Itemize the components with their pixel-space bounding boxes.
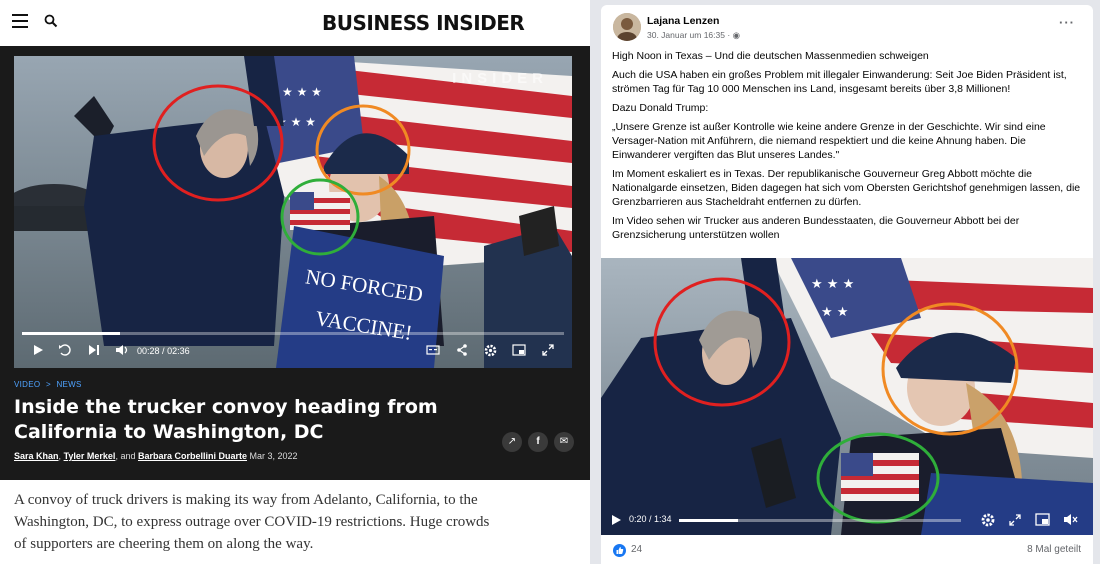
video-progress-fill — [679, 519, 739, 522]
author-link[interactable]: Tyler Merkel — [64, 451, 116, 461]
timestamp-text[interactable]: 30. Januar um 16:35 — [647, 30, 725, 40]
video-section: ★ ★ ★ ★ ★ ★ NO FORCED VACCINE! INSIDER 0… — [0, 46, 590, 480]
post-paragraph: Dazu Donald Trump: — [612, 102, 709, 114]
time-total: 02:36 — [167, 346, 190, 356]
breadcrumb: VIDEO > NEWS — [14, 380, 574, 389]
more-options-icon[interactable]: ··· — [1059, 15, 1075, 30]
small-flag — [290, 192, 350, 230]
settings-gear-icon[interactable] — [484, 344, 497, 357]
video-progress-bar[interactable] — [22, 332, 564, 335]
video-frame-image: ★ ★ ★ ★ ★ — [601, 258, 1093, 535]
article-meta: VIDEO > NEWS Inside the trucker convoy h… — [14, 380, 574, 461]
share-link-icon[interactable]: ↗ — [502, 432, 522, 452]
svg-text:★ ★: ★ ★ — [821, 305, 848, 320]
captions-icon[interactable] — [426, 344, 440, 356]
hamburger-menu-icon[interactable] — [12, 14, 28, 28]
like-reaction-icon[interactable] — [613, 544, 626, 557]
svg-text:★ ★ ★: ★ ★ ★ — [811, 277, 854, 292]
picture-in-picture-icon[interactable] — [1035, 513, 1050, 526]
author-avatar[interactable] — [613, 13, 641, 41]
post-footer: 24 8 Mal geteilt — [601, 535, 1093, 564]
settings-gear-icon[interactable] — [981, 513, 995, 527]
video-time: 00:28 / 02:36 — [137, 346, 190, 356]
author-separator: , and — [115, 451, 136, 461]
share-icon[interactable] — [456, 344, 468, 356]
video-controls: 00:28 / 02:36 — [14, 322, 572, 368]
post-paragraph: „Unsere Grenze ist außer Kontrolle wie k… — [612, 121, 1046, 161]
video-progress-fill — [22, 332, 120, 335]
breadcrumb-news[interactable]: NEWS — [56, 380, 81, 389]
email-share-icon[interactable]: ✉ — [554, 432, 574, 452]
fullscreen-icon[interactable] — [1009, 514, 1021, 526]
volume-icon[interactable] — [115, 344, 129, 356]
facebook-share-icon[interactable]: f — [528, 432, 548, 452]
publish-date: Mar 3, 2022 — [249, 451, 298, 461]
globe-icon: ◉ — [732, 30, 740, 40]
video-controls: 0:20 / 1:34 — [601, 505, 1093, 535]
breadcrumb-video[interactable]: VIDEO — [14, 380, 40, 389]
post-paragraph: High Noon in Texas – Und die deutschen M… — [612, 50, 929, 62]
small-flag — [841, 453, 919, 501]
play-icon[interactable] — [32, 344, 44, 356]
author-link[interactable]: Barbara Corbellini Duarte — [138, 451, 247, 461]
post-timestamp[interactable]: 30. Januar um 16:35 · ◉ — [647, 30, 740, 41]
time-separator: / — [162, 346, 165, 356]
byline: Sara Khan, Tyler Merkel, and Barbara Cor… — [14, 451, 574, 461]
play-icon[interactable] — [611, 514, 622, 526]
site-header: BUSINESS INSIDER — [0, 0, 590, 46]
timestamp-separator: · — [727, 30, 731, 40]
facebook-post: Lajana Lenzen 30. Januar um 16:35 · ◉ ··… — [601, 5, 1093, 564]
time-current: 00:28 — [137, 346, 160, 356]
search-icon[interactable] — [44, 14, 58, 28]
post-paragraph: Auch die USA haben ein großes Problem mi… — [612, 69, 1067, 95]
video-progress-bar[interactable] — [679, 519, 961, 522]
svg-text:★ ★ ★: ★ ★ ★ — [282, 85, 322, 99]
article-title: Inside the trucker convoy heading from C… — [14, 396, 438, 443]
author-link[interactable]: Sara Khan — [14, 451, 59, 461]
like-count[interactable]: 24 — [631, 544, 642, 555]
skip-next-icon[interactable] — [88, 344, 100, 356]
post-paragraph: Im Moment eskaliert es in Texas. Der rep… — [612, 168, 1081, 208]
video-player[interactable]: ★ ★ ★ ★ ★ ★ NO FORCED VACCINE! INSIDER 0… — [14, 56, 572, 368]
post-paragraph: Im Video sehen wir Trucker aus anderen B… — [612, 215, 1020, 241]
video-time: 0:20 / 1:34 — [629, 514, 672, 524]
insider-watermark: INSIDER — [452, 70, 548, 87]
breadcrumb-separator: > — [45, 380, 51, 389]
author-separator: , — [58, 451, 62, 461]
article-body: A convoy of truck drivers is making its … — [14, 492, 490, 552]
site-logo[interactable]: BUSINESS INSIDER — [322, 11, 525, 35]
mute-icon[interactable] — [1063, 513, 1078, 526]
share-count[interactable]: 8 Mal geteilt — [1027, 544, 1081, 555]
picture-in-picture-icon[interactable] — [512, 344, 526, 356]
fullscreen-icon[interactable] — [542, 344, 554, 356]
author-name[interactable]: Lajana Lenzen — [647, 15, 719, 27]
rewind-10-icon[interactable] — [58, 344, 72, 356]
facebook-video-player[interactable]: ★ ★ ★ ★ ★ 0:20 / 1:34 — [601, 258, 1093, 535]
post-text: High Noon in Texas – Und die deutschen M… — [612, 49, 1087, 247]
business-insider-page: BUSINESS INSIDER ★ ★ ★ ★ ★ ★ NO FORCED V… — [0, 0, 590, 564]
